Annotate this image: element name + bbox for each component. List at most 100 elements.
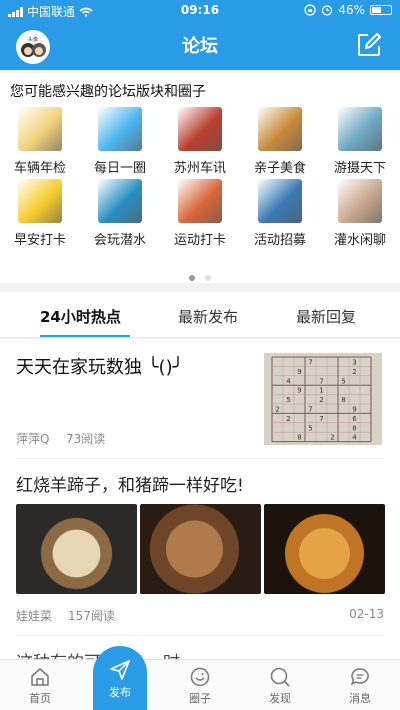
sudoku-digit: 5 xyxy=(308,424,312,432)
sudoku-digit: 8 xyxy=(341,396,345,404)
sudoku-digit: 8 xyxy=(352,424,356,432)
tab-latest-reply[interactable]: 最新回复 xyxy=(296,306,356,327)
post-image[interactable] xyxy=(140,504,261,594)
post-author[interactable]: 萍萍Q xyxy=(16,430,49,447)
recommend-title: 您可能感兴趣的论坛版块和圈子 xyxy=(10,84,206,100)
nav-publish-label: 发布 xyxy=(109,686,131,699)
forum-item[interactable]: 苏州车讯 xyxy=(160,107,240,176)
status-right: 46% xyxy=(304,3,392,17)
tab-underline xyxy=(40,335,130,337)
battery-percent: 46% xyxy=(338,3,365,17)
forum-item[interactable]: 活动招募 xyxy=(240,179,320,248)
forum-item-label: 早安打卡 xyxy=(13,233,66,248)
feed-tabs: 24小时热点 最新发布 最新回复 xyxy=(0,292,400,338)
post-reads: 73阅读 xyxy=(66,432,106,446)
recommend-section: 您可能感兴趣的论坛版块和圈子 车辆年检 每日一圈 苏州车讯 亲子美食 游摄天下早安打卡 会… xyxy=(0,73,400,283)
divider xyxy=(16,635,384,636)
send-icon xyxy=(110,660,130,680)
nav-discover-label: 发现 xyxy=(269,692,291,705)
sudoku-digit: 7 xyxy=(308,359,312,367)
post-title[interactable]: 天天在家玩数独 ╰()╯ xyxy=(16,353,183,379)
sudoku-digit: 9 xyxy=(352,406,356,414)
nav-home[interactable]: 首页 xyxy=(10,666,70,706)
bottom-nav: 首页 发布 圈子 发现 消息 xyxy=(0,646,400,710)
message-icon xyxy=(350,668,369,686)
daily-circle-icon xyxy=(98,107,142,151)
sudoku-digit: 4 xyxy=(286,377,291,385)
sudoku-digit: 2 xyxy=(330,434,334,442)
sudoku-digit: 6 xyxy=(352,415,357,423)
forum-item[interactable]: 会玩潜水 xyxy=(80,179,160,248)
sudoku-digit: 1 xyxy=(319,387,323,395)
nav-circle-label: 圈子 xyxy=(189,692,211,705)
top-bar: 中国联通 09:16 46% 头像 论坛 xyxy=(0,0,400,70)
nav-message-label: 消息 xyxy=(349,692,371,705)
sport-icon xyxy=(178,179,222,223)
sudoku-digit: 2 xyxy=(275,406,279,414)
forum-item[interactable]: 游摄天下 xyxy=(320,107,400,176)
forum-item-label: 运动打卡 xyxy=(173,233,226,248)
forum-item-label: 灌水闲聊 xyxy=(333,233,386,248)
morning-icon xyxy=(18,179,62,223)
car-news-icon xyxy=(178,107,222,151)
sudoku-digit: 8 xyxy=(297,434,301,442)
forum-item-label: 车辆年检 xyxy=(13,161,66,176)
nav-discover[interactable]: 发现 xyxy=(250,666,310,706)
sudoku-digit: 2 xyxy=(286,415,290,423)
forum-item[interactable]: 灌水闲聊 xyxy=(320,179,400,248)
post-image-strip xyxy=(16,504,385,594)
post-image[interactable] xyxy=(264,504,385,594)
sudoku-digit: 7 xyxy=(308,406,312,414)
post-image[interactable] xyxy=(16,504,137,594)
home-icon xyxy=(31,668,49,686)
diving-icon xyxy=(98,179,142,223)
sudoku-digit: 7 xyxy=(319,415,323,423)
forum-item[interactable]: 亲子美食 xyxy=(240,107,320,176)
post-date: 02-13 xyxy=(349,607,384,621)
travel-icon xyxy=(338,107,382,151)
food-icon xyxy=(258,107,302,151)
page-dot-2 xyxy=(205,275,211,281)
post-title[interactable]: 红烧羊蹄子，和猪蹄一样好吃! xyxy=(16,471,244,496)
page-indicator xyxy=(0,266,400,285)
post-feed: 天天在家玩数独 ╰()╯ 73924759152827927658824 萍萍Q… xyxy=(0,339,400,659)
page-title: 论坛 xyxy=(182,36,218,57)
status-bar: 中国联通 09:16 46% xyxy=(0,0,400,20)
forum-item-label: 会玩潜水 xyxy=(93,233,146,248)
forum-item-label: 每日一圈 xyxy=(93,161,146,176)
rafting-icon xyxy=(258,179,302,223)
sudoku-digit: 9 xyxy=(297,387,301,395)
forum-item-label: 活动招募 xyxy=(253,233,306,248)
page-dot-1 xyxy=(189,275,195,281)
forum-item-label: 苏州车讯 xyxy=(173,161,226,176)
sudoku-image[interactable]: 7 39 24 7 59 15 2 82 7 92 7 65 88 2 4 xyxy=(264,353,382,445)
circle-icon xyxy=(190,667,210,687)
nav-circle[interactable]: 圈子 xyxy=(170,666,230,706)
sudoku-digit: 5 xyxy=(286,396,290,404)
forum-item-label: 亲子美食 xyxy=(253,161,306,176)
battery-icon xyxy=(370,5,392,15)
nav-message[interactable]: 消息 xyxy=(330,666,390,706)
post-reads: 157阅读 xyxy=(68,609,115,623)
nav-publish[interactable]: 发布 xyxy=(93,646,147,710)
compose-icon[interactable] xyxy=(356,32,382,58)
sudoku-digit: 2 xyxy=(352,368,356,376)
sudoku-digit: 2 xyxy=(319,396,323,404)
lock-rotation-icon xyxy=(304,4,316,16)
sudoku-digit: 5 xyxy=(341,377,345,385)
nav-home-label: 首页 xyxy=(29,692,51,705)
post-author[interactable]: 娃娃菜 xyxy=(16,607,52,624)
forum-item[interactable]: 车辆年检 xyxy=(0,107,80,176)
divider xyxy=(16,458,384,459)
sudoku-digit: 3 xyxy=(352,359,356,367)
chat-icon xyxy=(338,179,382,223)
forum-item[interactable]: 早安打卡 xyxy=(0,179,80,248)
car-check-icon xyxy=(18,107,62,151)
tab-24h-hot[interactable]: 24小时热点 xyxy=(40,306,121,327)
discover-icon xyxy=(270,667,290,687)
forum-item[interactable]: 运动打卡 xyxy=(160,179,240,248)
forum-item[interactable]: 每日一圈 xyxy=(80,107,160,176)
forum-item-label: 游摄天下 xyxy=(333,161,386,176)
tab-latest-post[interactable]: 最新发布 xyxy=(178,306,238,327)
sudoku-digit: 7 xyxy=(319,377,323,385)
